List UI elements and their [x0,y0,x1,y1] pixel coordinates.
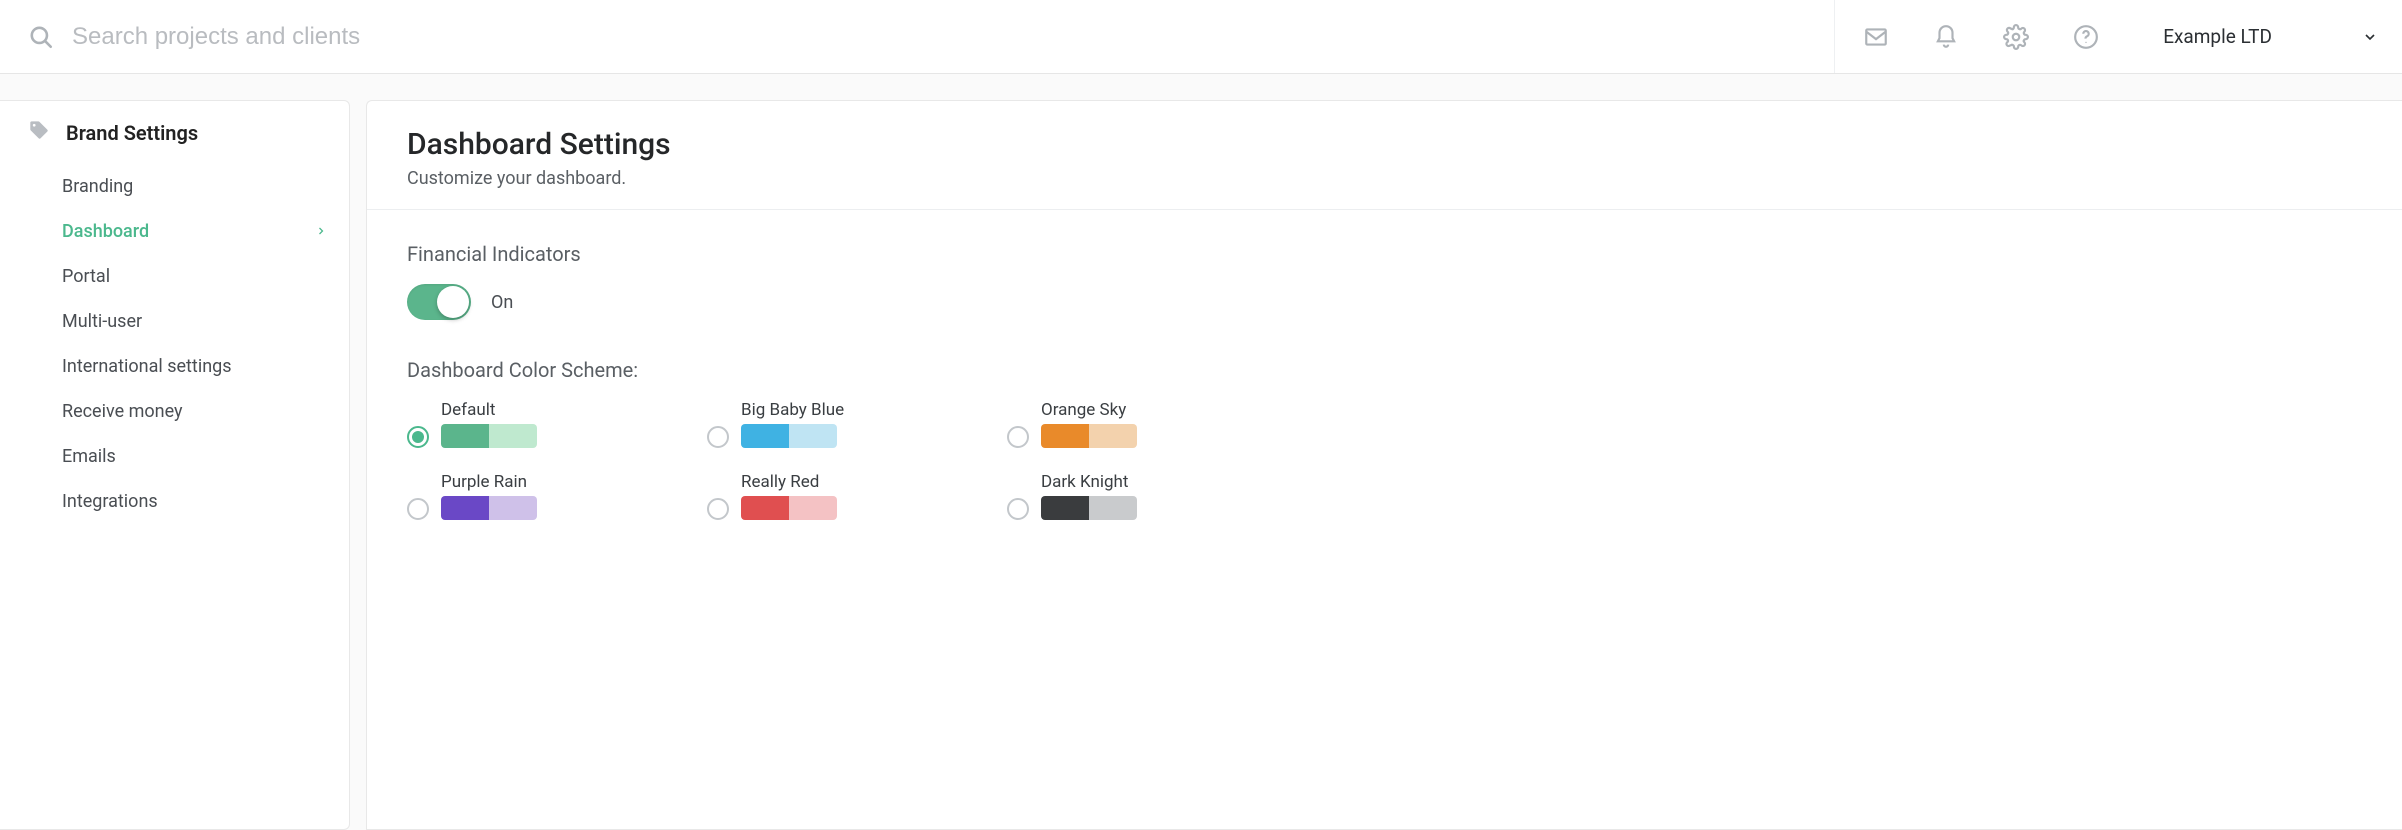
color-scheme-option-default[interactable]: Default [407,400,707,448]
sidebar-item-label: Multi-user [62,311,142,332]
color-scheme-swatch [1041,496,1137,520]
color-scheme-swatch-stack: Orange Sky [1041,400,1137,448]
sidebar-item-label: International settings [62,356,232,377]
financial-toggle-text: On [491,292,513,313]
chevron-down-icon [2362,29,2378,45]
bell-icon[interactable] [1933,24,1959,50]
sidebar-item-integrations[interactable]: Integrations [0,479,349,524]
color-scheme-swatch [441,496,537,520]
sidebar-item-multi-user[interactable]: Multi-user [0,299,349,344]
mail-icon[interactable] [1863,24,1889,50]
gear-icon[interactable] [2003,24,2029,50]
sidebar-title: Brand Settings [66,121,198,145]
color-scheme-swatch-stack: Purple Rain [441,472,537,520]
sidebar-list: Branding Dashboard Portal Multi-user Interna… [0,164,349,524]
topbar: Example LTD [0,0,2402,74]
color-scheme-swatch-stack: Dark Knight [1041,472,1137,520]
panel-body: Financial Indicators On Dashboard Color … [367,210,2402,520]
color-scheme-swatch [441,424,537,448]
color-scheme-swatch-stack: Big Baby Blue [741,400,844,448]
sidebar-item-label: Portal [62,266,110,287]
financial-toggle[interactable] [407,284,471,320]
panel-header: Dashboard Settings Customize your dashbo… [367,127,2402,210]
company-name: Example LTD [2163,25,2272,48]
search-input[interactable] [72,23,672,51]
color-scheme-option-really-red[interactable]: Really Red [707,472,1007,520]
toggle-knob [437,286,469,318]
color-scheme-swatch-stack: Really Red [741,472,837,520]
color-scheme-name: Default [441,400,537,420]
help-icon[interactable] [2073,24,2099,50]
topbar-right: Example LTD [1834,0,2378,73]
sidebar-item-label: Receive money [62,401,183,422]
color-scheme-swatch-stack: Default [441,400,537,448]
color-scheme-radio[interactable] [407,498,429,520]
color-scheme-radio[interactable] [707,498,729,520]
sidebar-item-dashboard[interactable]: Dashboard [0,209,349,254]
sidebar-item-portal[interactable]: Portal [0,254,349,299]
sidebar-item-international-settings[interactable]: International settings [0,344,349,389]
sidebar-item-label: Emails [62,446,116,467]
sidebar: Brand Settings Branding Dashboard Portal Mu… [0,100,350,830]
chevron-right-icon [315,221,327,242]
color-scheme-option-purple-rain[interactable]: Purple Rain [407,472,707,520]
sidebar-header: Brand Settings [0,119,349,164]
sidebar-item-label: Dashboard [62,221,149,242]
color-scheme-name: Purple Rain [441,472,537,492]
tag-icon [28,119,50,146]
color-scheme-grid: Default Big Baby Blue Orange Sky Purple Rai… [407,400,2362,520]
company-dropdown[interactable]: Example LTD [2163,25,2378,48]
main-panel: Dashboard Settings Customize your dashbo… [366,100,2402,830]
search-icon[interactable] [28,24,54,50]
sidebar-item-label: Integrations [62,491,158,512]
color-scheme-name: Big Baby Blue [741,400,844,420]
sidebar-item-label: Branding [62,176,133,197]
sidebar-item-emails[interactable]: Emails [0,434,349,479]
color-scheme-name: Dark Knight [1041,472,1137,492]
color-scheme-radio[interactable] [407,426,429,448]
sidebar-item-branding[interactable]: Branding [0,164,349,209]
color-scheme-option-big-baby-blue[interactable]: Big Baby Blue [707,400,1007,448]
color-scheme-label: Dashboard Color Scheme: [407,358,2362,382]
color-scheme-swatch [741,496,837,520]
color-scheme-name: Orange Sky [1041,400,1137,420]
color-scheme-swatch [1041,424,1137,448]
financial-label: Financial Indicators [407,242,2362,266]
page-subtitle: Customize your dashboard. [407,168,2362,189]
sidebar-item-receive-money[interactable]: Receive money [0,389,349,434]
color-scheme-name: Really Red [741,472,837,492]
color-scheme-swatch [741,424,837,448]
color-scheme-option-dark-knight[interactable]: Dark Knight [1007,472,1307,520]
color-scheme-radio[interactable] [707,426,729,448]
color-scheme-radio[interactable] [1007,426,1029,448]
financial-toggle-row: On [407,284,2362,320]
search-area [28,23,1834,51]
page-body: Brand Settings Branding Dashboard Portal Mu… [0,74,2402,830]
page-title: Dashboard Settings [407,127,2362,162]
color-scheme-radio[interactable] [1007,498,1029,520]
color-scheme-option-orange-sky[interactable]: Orange Sky [1007,400,1307,448]
